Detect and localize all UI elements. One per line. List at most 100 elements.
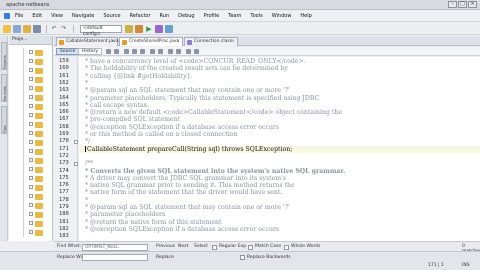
project-tree-row[interactable] [9,138,52,147]
editor-tab-connection[interactable]: Connection.class × [184,37,238,46]
redo-icon[interactable]: ↷ [60,25,68,33]
tab-projects[interactable]: Projects [1,42,7,70]
config-select[interactable]: <default config> [80,24,122,37]
find-next-icon[interactable] [140,49,145,54]
expand-toggle-icon[interactable] [29,167,33,171]
expand-toggle-icon[interactable] [29,122,33,126]
expand-toggle-icon[interactable] [29,86,33,90]
menu-debug[interactable]: Debug [178,13,194,19]
replace-backwards-checkbox[interactable] [240,255,245,260]
find-selection-icon[interactable] [124,49,129,54]
replace-with-input[interactable] [82,253,148,261]
match-case-checkbox[interactable] [248,244,253,250]
close-tab-icon[interactable]: × [111,38,115,46]
maximize-icon[interactable]: □ [458,1,467,8]
expand-toggle-icon[interactable] [29,104,33,108]
menu-window[interactable]: Window [272,13,292,19]
menu-edit[interactable]: Edit [32,13,42,19]
close-tab-icon[interactable]: × [176,38,180,46]
clean-build-icon[interactable] [135,24,143,33]
undo-icon[interactable]: ↶ [50,25,58,33]
fold-marker-icon[interactable] [74,139,78,144]
close-tab-icon[interactable]: × [231,38,235,46]
select-button[interactable]: Select [194,244,208,249]
menu-file[interactable]: File [15,13,23,19]
project-tree-row[interactable] [9,120,52,129]
expand-toggle-icon[interactable] [29,68,33,72]
editor-tab-createstoredproc[interactable]: CreateStoredProc.java × [119,37,183,46]
build-icon[interactable] [125,24,133,33]
project-tree-row[interactable] [9,219,52,228]
expand-toggle-icon[interactable] [29,140,33,144]
menu-team[interactable]: Team [228,13,241,19]
expand-toggle-icon[interactable] [29,203,33,207]
expand-toggle-icon[interactable] [29,230,33,234]
project-tree-row[interactable] [9,129,52,138]
project-tree-row[interactable] [9,183,52,192]
toggle-bookmark-icon[interactable] [158,49,163,54]
expand-toggle-icon[interactable] [29,50,33,54]
expand-toggle-icon[interactable] [29,158,33,162]
expand-toggle-icon[interactable] [29,149,33,153]
new-project-icon[interactable] [13,24,21,33]
expand-toggle-icon[interactable] [29,212,33,216]
minimize-icon[interactable]: – [448,1,457,8]
menu-source[interactable]: Source [103,13,120,19]
expand-toggle-icon[interactable] [29,77,33,81]
whole-words-checkbox[interactable] [284,244,289,250]
editor-tab-callablestatement[interactable]: CallableStatement.java × [56,37,119,46]
open-project-icon[interactable] [23,24,31,33]
menu-tools[interactable]: Tools [250,13,262,19]
previous-button[interactable]: Previous [156,244,175,249]
run-icon[interactable]: ▶ [145,25,153,33]
comment-icon[interactable] [186,49,191,54]
project-tree-row[interactable] [9,165,52,174]
expand-toggle-icon[interactable] [29,131,33,135]
menu-view[interactable]: View [51,13,63,19]
toggle-highlight-icon[interactable] [150,49,155,54]
debug-icon[interactable] [155,24,163,33]
new-file-icon[interactable] [3,24,11,33]
shift-right-icon[interactable] [176,49,181,54]
project-tree-row[interactable] [9,48,52,57]
project-tree-row[interactable] [9,192,52,201]
project-tree-row[interactable] [9,57,52,66]
project-tree-row[interactable] [9,174,52,183]
code-area[interactable]: * have a concurrency level of <code>CONC… [79,57,480,241]
close-icon[interactable]: × [468,1,477,8]
expand-toggle-icon[interactable] [29,176,33,180]
forward-icon[interactable] [114,49,119,54]
save-all-icon[interactable] [33,24,41,33]
regexp-checkbox[interactable] [212,244,217,250]
project-tree-row[interactable] [9,156,52,165]
source-view-button[interactable]: Source [56,48,80,55]
project-tree-row[interactable] [9,201,52,210]
project-tree-row[interactable] [9,75,52,84]
history-view-button[interactable]: History [78,48,103,55]
expand-toggle-icon[interactable] [29,113,33,117]
project-tree-row[interactable] [9,84,52,93]
replace-button[interactable]: Replace [156,255,174,260]
menu-navigate[interactable]: Navigate [72,13,94,19]
find-previous-icon[interactable] [132,49,137,54]
expand-toggle-icon[interactable] [29,95,33,99]
expand-toggle-icon[interactable] [29,185,33,189]
fold-marker-icon[interactable] [74,161,78,166]
project-tree-row[interactable] [9,111,52,120]
project-tree-row[interactable] [9,102,52,111]
project-tree-row[interactable] [9,66,52,75]
expand-toggle-icon[interactable] [29,194,33,198]
tab-services[interactable]: Services [1,74,7,102]
tab-files[interactable]: Files [1,106,7,134]
shift-left-icon[interactable] [168,49,173,54]
menu-help[interactable]: Help [300,13,311,19]
project-tree-row[interactable] [9,210,52,219]
project-tree-row[interactable] [9,147,52,156]
menu-profile[interactable]: Profile [204,13,220,19]
project-tree-row[interactable] [9,228,52,237]
project-tree-row[interactable] [9,93,52,102]
menu-run[interactable]: Run [160,13,170,19]
menu-refactor[interactable]: Refactor [130,13,151,19]
expand-toggle-icon[interactable] [29,221,33,225]
expand-toggle-icon[interactable] [29,59,33,63]
